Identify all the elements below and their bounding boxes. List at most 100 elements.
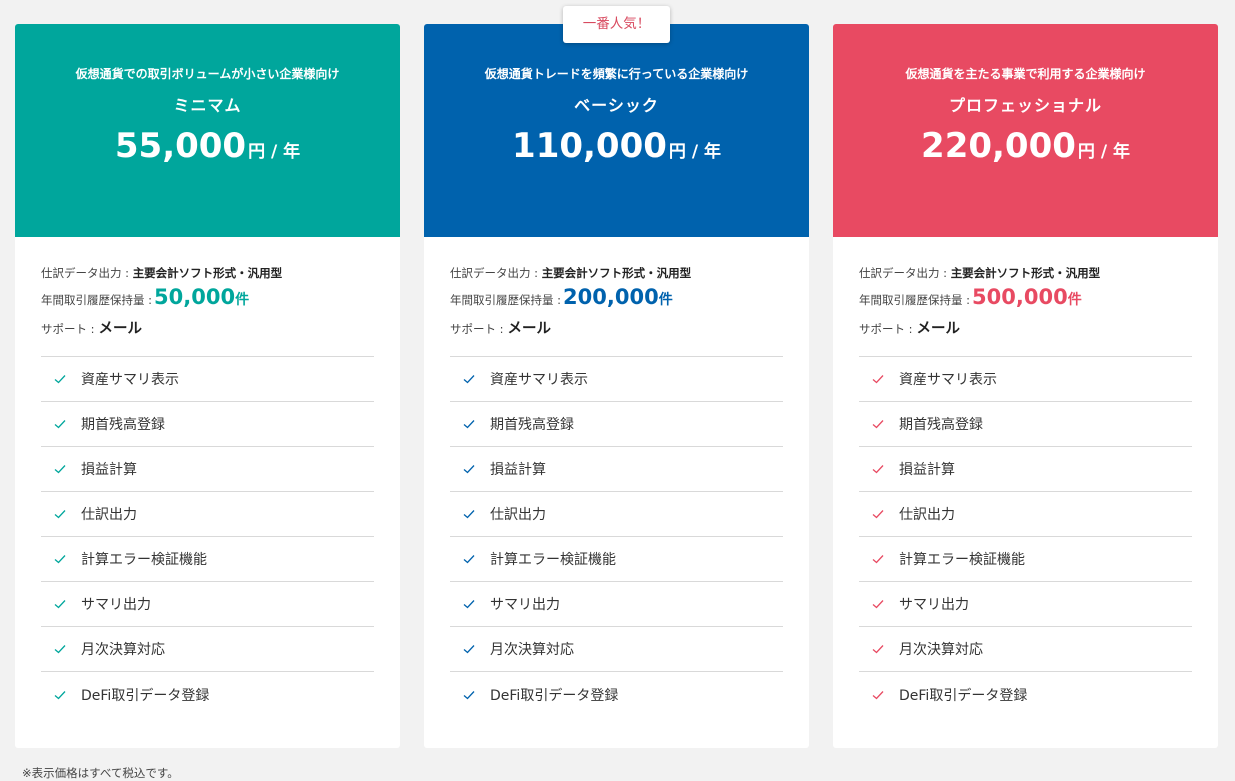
spec-history: 年間取引履歴保持量 : 50,000 件 [41, 287, 374, 319]
feature-item: 損益計算 [450, 447, 783, 492]
feature-list: 資産サマリ表示 期首残高登録 損益計算仕訳出力計算エラー検証機能 サマリ出力月次決算対… [41, 356, 374, 717]
feature-label: サマリ出力 [81, 597, 151, 613]
feature-label: 計算エラー検証機能 [81, 552, 207, 568]
plan-price-line: 55,000 円 / 年 [15, 126, 400, 172]
plan-price-unit: 円 / 年 [248, 142, 301, 162]
feature-label: 資産サマリ表示 [81, 372, 179, 388]
plan-card-professional: 仮想通貨を主たる事業で利用する企業様向け プロフェッショナル 220,000 円 … [833, 24, 1218, 748]
feature-item: 損益計算 [859, 447, 1192, 492]
feature-label: 資産サマリ表示 [899, 372, 997, 388]
check-icon [872, 510, 884, 519]
spec-history-unit: 件 [235, 292, 250, 308]
feature-label: 期首残高登録 [490, 417, 574, 433]
feature-label: DeFi取引データ登録 [490, 687, 619, 704]
plan-price: 220,000 [921, 126, 1076, 166]
spec-support-value: メール [98, 321, 143, 337]
spec-history-label: 年間取引履歴保持量 : [859, 293, 971, 307]
check-icon [463, 600, 475, 609]
check-icon [54, 690, 66, 699]
check-icon [54, 600, 66, 609]
feature-item: 計算エラー検証機能 [450, 537, 783, 582]
spec-support-label: サポート : [450, 322, 504, 336]
check-icon [872, 375, 884, 384]
check-icon [872, 420, 884, 429]
feature-label: 計算エラー検証機能 [490, 552, 616, 568]
feature-label: 損益計算 [81, 462, 137, 478]
plan-price-unit: 円 / 年 [668, 142, 721, 162]
feature-label: 仕訳出力 [899, 507, 955, 523]
plan-body: 仕訳データ出力 : 主要会計ソフト形式・汎用型 年間取引履歴保持量 : 200,… [424, 237, 809, 717]
plan-card-minimum: 仮想通貨での取引ボリュームが小さい企業様向け ミニマム 55,000 円 / 年 … [15, 24, 400, 748]
feature-item: 仕訳出力 [859, 492, 1192, 537]
feature-list: 資産サマリ表示 期首残高登録 損益計算 仕訳出力 計算エラー検証機能 サマリ出力 月次決算対… [450, 356, 783, 717]
spec-export-label: 仕訳データ出力 : [450, 266, 542, 280]
feature-item: DeFi取引データ登録 [859, 672, 1192, 717]
spec-history-label: 年間取引履歴保持量 : [450, 293, 562, 307]
feature-label: 月次決算対応 [81, 642, 165, 658]
spec-history-unit: 件 [1067, 292, 1082, 308]
plan-price-line: 220,000 円 / 年 [833, 126, 1218, 172]
plan-body: 仕訳データ出力 : 主要会計ソフト形式・汎用型 年間取引履歴保持量 : 500,… [833, 237, 1218, 717]
feature-item: 計算エラー検証機能 [859, 537, 1192, 582]
plan-price-unit: 円 / 年 [1077, 142, 1130, 162]
feature-label: 仕訳出力 [81, 507, 137, 523]
feature-label: 損益計算 [490, 462, 546, 478]
check-icon [54, 510, 66, 519]
plan-name: ベーシック [574, 96, 659, 115]
feature-item: 資産サマリ表示 [450, 357, 783, 402]
feature-item: サマリ出力 [859, 582, 1192, 627]
check-icon [54, 420, 66, 429]
plan-card-basic: 仮想通貨トレードを頻繁に行っている企業様向け ベーシック 110,000 円 / … [424, 24, 809, 748]
feature-item: 仕訳出力 [450, 492, 783, 537]
feature-item: 計算エラー検証機能 [41, 537, 374, 582]
feature-label: 期首残高登録 [81, 417, 165, 433]
spec-support-label: サポート : [859, 322, 913, 336]
plan-audience: 仮想通貨トレードを頻繁に行っている企業様向け [484, 67, 749, 81]
feature-label: 仕訳出力 [490, 507, 546, 523]
check-icon [463, 510, 475, 519]
popular-badge: 一番人気！ [563, 6, 670, 43]
feature-list: 資産サマリ表示 期首残高登録 損益計算仕訳出力計算エラー検証機能 サマリ出力月次決算対… [859, 356, 1192, 717]
feature-label: 損益計算 [899, 462, 955, 478]
check-icon [463, 645, 475, 654]
spec-export-value: 主要会計ソフト形式・汎用型 [950, 266, 1101, 280]
feature-label: 期首残高登録 [899, 417, 983, 433]
check-icon [463, 420, 475, 429]
feature-item: 仕訳出力 [41, 492, 374, 537]
spec-export-label: 仕訳データ出力 : [859, 266, 951, 280]
check-icon [54, 645, 66, 654]
spec-history-unit: 件 [658, 292, 673, 308]
feature-item: 期首残高登録 [41, 402, 374, 447]
spec-history-value: 500,000 [972, 285, 1068, 309]
feature-item: 損益計算 [41, 447, 374, 492]
plan-header: 仮想通貨を主たる事業で利用する企業様向け プロフェッショナル 220,000 円 … [833, 24, 1218, 237]
spec-support-label: サポート : [41, 322, 95, 336]
feature-label: サマリ出力 [490, 597, 560, 613]
check-icon [872, 600, 884, 609]
plan-name: プロフェッショナル [948, 96, 1102, 115]
plan-audience: 仮想通貨を主たる事業で利用する企業様向け [905, 67, 1146, 81]
check-icon [463, 465, 475, 474]
check-icon [463, 375, 475, 384]
check-icon [872, 690, 884, 699]
feature-item: サマリ出力 [41, 582, 374, 627]
feature-item: 月次決算対応 [859, 627, 1192, 672]
plan-audience: 仮想通貨での取引ボリュームが小さい企業様向け [75, 67, 340, 81]
check-icon [872, 465, 884, 474]
feature-item: DeFi取引データ登録 [41, 672, 374, 717]
feature-item: 資産サマリ表示 [41, 357, 374, 402]
feature-item: 期首残高登録 [859, 402, 1192, 447]
feature-label: DeFi取引データ登録 [81, 687, 210, 704]
feature-label: 月次決算対応 [899, 642, 983, 658]
feature-item: 月次決算対応 [41, 627, 374, 672]
check-icon [54, 375, 66, 384]
spec-export-value: 主要会計ソフト形式・汎用型 [541, 266, 692, 280]
feature-item: 資産サマリ表示 [859, 357, 1192, 402]
feature-item: サマリ出力 [450, 582, 783, 627]
feature-item: 期首残高登録 [450, 402, 783, 447]
plan-price: 55,000 [114, 126, 247, 166]
check-icon [54, 465, 66, 474]
check-icon [463, 555, 475, 564]
plan-price: 110,000 [512, 126, 667, 166]
spec-support: サポート : メール [450, 321, 783, 337]
